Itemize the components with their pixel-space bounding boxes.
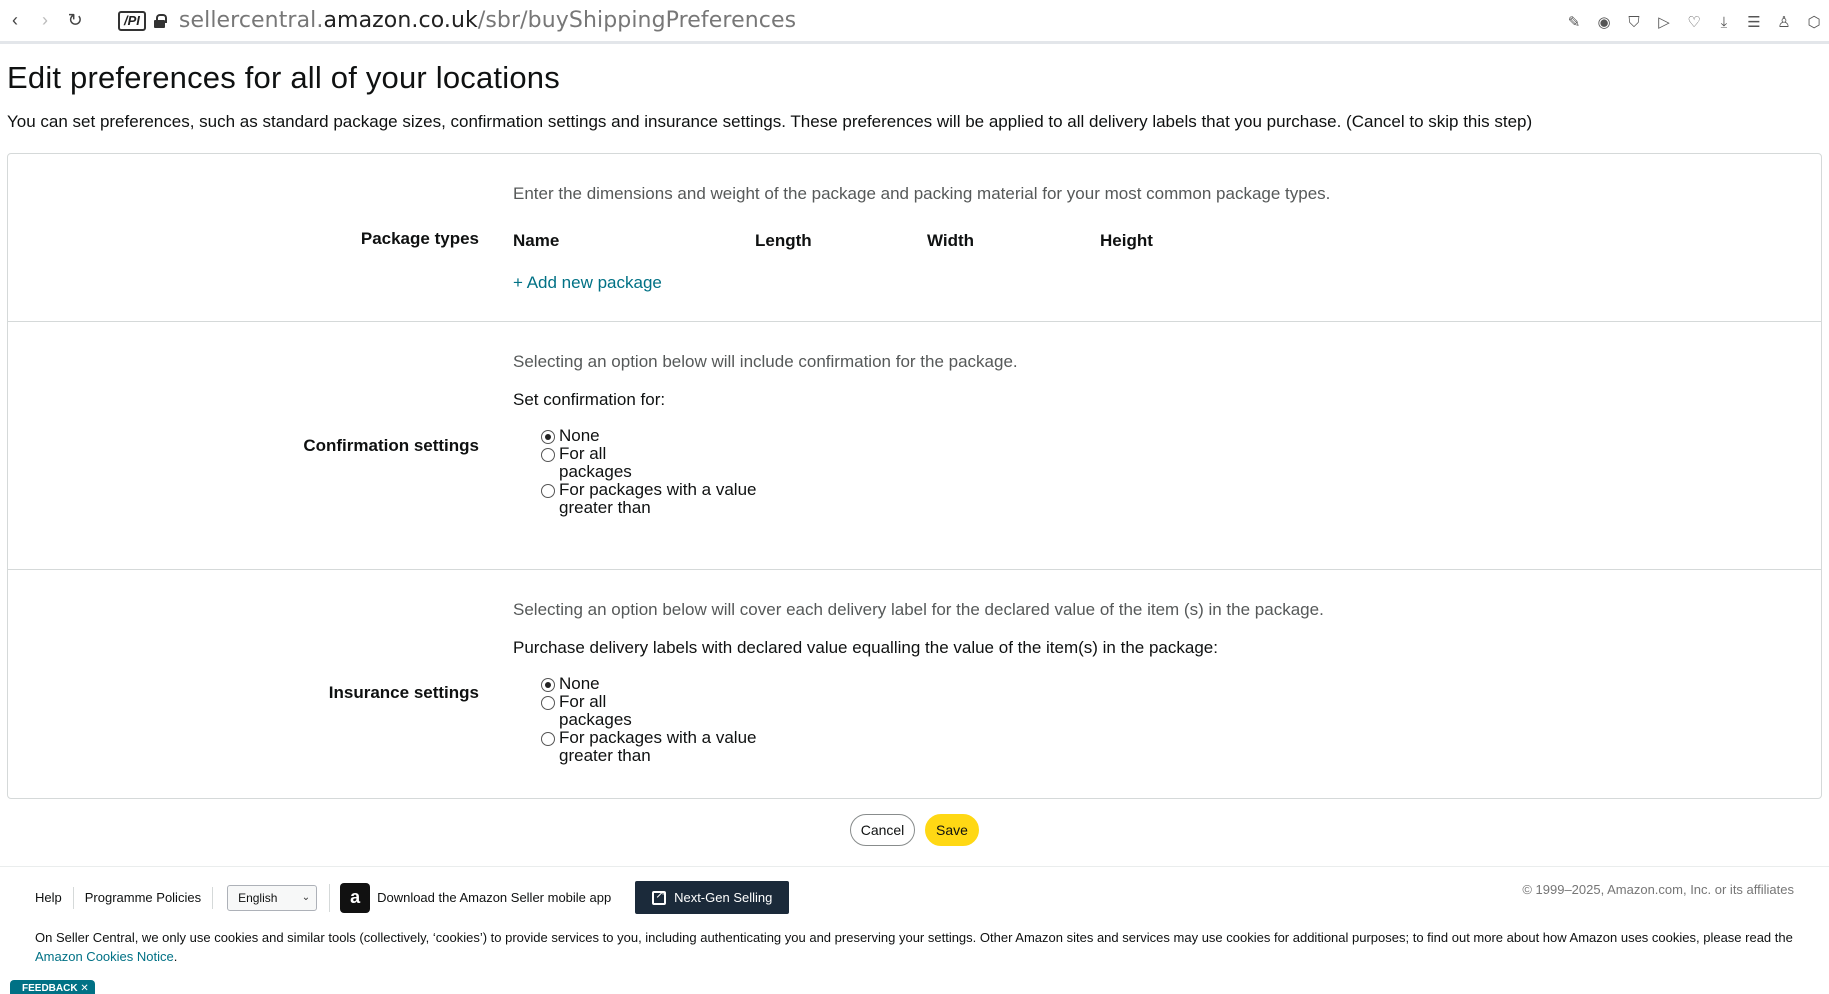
back-arrow-icon[interactable]: ‹ (0, 0, 30, 43)
insurance-section: Insurance settings Selecting an option b… (8, 570, 1821, 800)
column-width: Width (927, 231, 975, 250)
address-bar[interactable]: /PI sellercentral.amazon.co.uk/sbr/buySh… (118, 6, 796, 36)
radio-label: None (559, 674, 600, 693)
programme-policies-link[interactable]: Programme Policies (74, 886, 214, 909)
app-download-link[interactable]: a Download the Amazon Seller mobile app (340, 882, 612, 913)
download-icon[interactable]: ⤓ (1709, 0, 1739, 44)
column-height: Height (1100, 231, 1153, 250)
confirmation-hint: Selecting an option below will include c… (513, 352, 1018, 371)
amazon-app-icon: a (340, 882, 371, 913)
next-gen-selling-button[interactable]: Next-Gen Selling (635, 881, 790, 914)
package-table-header: Name Length Width Height (513, 231, 1220, 251)
radio-button[interactable] (541, 448, 555, 462)
radio-option-all-packages[interactable]: For all packages (541, 445, 831, 481)
url-text[interactable]: sellercentral.amazon.co.uk/sbr/buyShippi… (179, 8, 796, 33)
confirmation-subhead: Set confirmation for: (513, 390, 666, 409)
insurance-label: Insurance settings (328, 683, 479, 702)
page-info-badge[interactable]: /PI (118, 10, 146, 31)
url-subdomain: sellercentral. (178, 8, 324, 33)
confirmation-radio-group: None For all packages For packages with … (541, 427, 831, 517)
cancel-button[interactable]: Cancel (850, 814, 915, 846)
play-icon[interactable]: ▷ (1649, 0, 1679, 44)
reload-icon[interactable]: ↻ (60, 0, 90, 43)
language-select[interactable]: English ⌄ (227, 884, 318, 911)
browser-toolbar: ‹ › ↻ /PI sellercentral.amazon.co.uk/sbr… (0, 0, 1829, 44)
app-download-text: Download the Amazon Seller mobile app (377, 890, 612, 905)
profile-icon[interactable]: ♙ (1769, 0, 1799, 44)
add-new-package-link[interactable]: + Add new package (513, 273, 662, 293)
radio-label: For packages with a value greater than (559, 728, 757, 765)
form-actions: Cancel Save (850, 814, 979, 846)
radio-button[interactable] (541, 430, 555, 444)
next-gen-label: Next-Gen Selling (674, 890, 773, 905)
page-footer: Help Programme Policies English ⌄ a Down… (0, 866, 1829, 994)
radio-label: For all packages (559, 444, 632, 481)
column-name: Name (513, 231, 560, 250)
cube-icon[interactable]: ⬡ (1799, 0, 1829, 44)
radio-button[interactable] (541, 678, 555, 692)
page-description: You can set preferences, such as standar… (7, 112, 1533, 131)
cookie-notice-text: On Seller Central, we only use cookies a… (35, 930, 1793, 945)
column-length: Length (755, 231, 812, 250)
camera-icon[interactable]: ◉ (1589, 0, 1619, 44)
url-domain: amazon.co.uk (323, 8, 478, 33)
preferences-card: Package types Enter the dimensions and w… (7, 153, 1822, 799)
package-types-section: Package types Enter the dimensions and w… (8, 154, 1821, 322)
radio-label: For all packages (559, 692, 632, 729)
radio-label: None (559, 426, 600, 445)
insurance-radio-group: None For all packages For packages with … (541, 675, 831, 765)
url-path: /sbr/buyShippingPreferences (477, 8, 797, 33)
edit-icon[interactable]: ✎ (1559, 0, 1589, 44)
package-types-label: Package types (360, 229, 479, 248)
lock-icon[interactable] (153, 14, 167, 28)
confirmation-section: Confirmation settings Selecting an optio… (8, 322, 1821, 570)
browser-extension-icons: ✎ ◉ ⛉ ▷ ♡ ⤓ ☰ ♙ ⬡ (1559, 0, 1829, 44)
save-button[interactable]: Save (925, 814, 979, 846)
radio-button[interactable] (541, 484, 555, 498)
copyright: © 1999–2025, Amazon.com, Inc. or its aff… (1522, 882, 1794, 897)
shield-icon[interactable]: ⛉ (1619, 0, 1649, 44)
footer-divider (329, 883, 331, 912)
language-value: English (238, 890, 278, 905)
cookie-notice-end: . (173, 949, 178, 964)
insurance-hint: Selecting an option below will cover eac… (513, 600, 1324, 619)
feedback-tab[interactable]: FEEDBACK ✕ (10, 980, 95, 994)
help-link[interactable]: Help (35, 886, 74, 909)
radio-option-all-packages[interactable]: For all packages (541, 693, 831, 729)
forward-arrow-icon[interactable]: › (30, 0, 60, 43)
menu-icon[interactable]: ☰ (1739, 0, 1769, 44)
footer-links: Help Programme Policies English ⌄ a Down… (35, 881, 790, 914)
cookies-notice-link[interactable]: Amazon Cookies Notice (35, 949, 174, 964)
radio-option-none[interactable]: None (541, 675, 831, 693)
cookie-notice: On Seller Central, we only use cookies a… (35, 928, 1805, 966)
radio-option-value-greater-than[interactable]: For packages with a value greater than (541, 729, 831, 765)
radio-label: For packages with a value greater than (559, 480, 757, 517)
radio-option-value-greater-than[interactable]: For packages with a value greater than (541, 481, 831, 517)
confirmation-label: Confirmation settings (303, 436, 479, 455)
insurance-subhead: Purchase delivery labels with declared v… (513, 638, 1218, 657)
package-types-hint: Enter the dimensions and weight of the p… (513, 184, 1331, 203)
radio-button[interactable] (541, 696, 555, 710)
chevron-down-icon: ⌄ (301, 892, 311, 903)
radio-button[interactable] (541, 732, 555, 746)
page-title: Edit preferences for all of your locatio… (7, 60, 560, 95)
heart-icon[interactable]: ♡ (1679, 0, 1709, 44)
external-link-icon (652, 887, 667, 905)
radio-option-none[interactable]: None (541, 427, 831, 445)
